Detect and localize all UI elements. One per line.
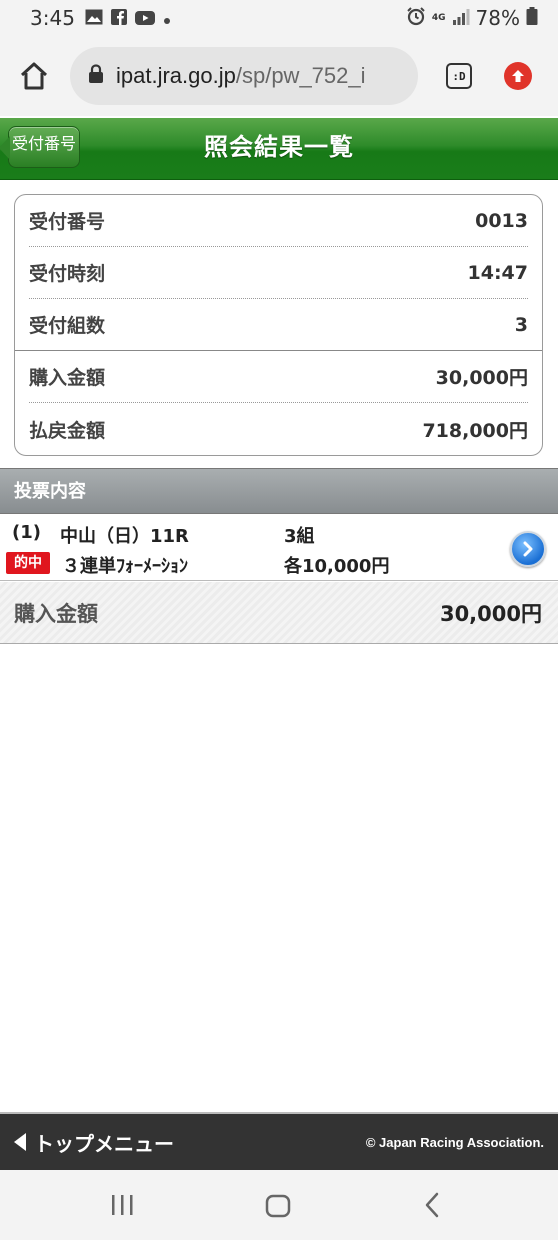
back-triangle-icon (14, 1133, 26, 1151)
summary-card: 受付番号 0013 受付時刻 14:47 受付組数 3 購入金額 30,000円… (14, 194, 543, 456)
battery-percent: 78% (475, 6, 520, 30)
recent-apps-icon[interactable] (110, 1194, 134, 1220)
status-time: 3:45 (30, 6, 75, 30)
summary-label: 購入金額 (29, 367, 106, 389)
hit-badge: 的中 (6, 552, 50, 574)
vote-bet-type: ３連単ﾌｫｰﾒｰｼｮﾝ (62, 556, 188, 577)
summary-label: 払戻金額 (29, 419, 106, 442)
address-bar[interactable]: ipat.jra.go.jp/sp/pw_752_i (70, 47, 418, 105)
status-right: 4G 78% (406, 6, 538, 31)
network-label: 4G (431, 12, 446, 23)
summary-value: 718,000円 (422, 419, 528, 442)
status-bar: 3:45 4G 78% (0, 0, 558, 36)
vote-index: (1) (12, 522, 41, 543)
gallery-icon (85, 6, 103, 30)
summary-row-payout-amount: 払戻金額 718,000円 (29, 403, 528, 455)
total-label: 購入金額 (14, 601, 98, 626)
tab-switcher-button[interactable]: :D (446, 63, 472, 89)
top-menu-label: トップメニュー (34, 1131, 174, 1156)
summary-row-set-count: 受付組数 3 (15, 299, 542, 351)
url-text: ipat.jra.go.jp/sp/pw_752_i (116, 63, 366, 89)
summary-value: 14:47 (467, 261, 528, 284)
chevron-right-icon[interactable] (510, 531, 546, 567)
summary-value: 0013 (475, 209, 528, 232)
back-nav-icon[interactable] (424, 1192, 440, 1222)
home-icon[interactable] (12, 54, 56, 98)
summary-row-purchase-amount: 購入金額 30,000円 (29, 351, 528, 403)
browser-toolbar: ipat.jra.go.jp/sp/pw_752_i :D (0, 36, 558, 116)
url-path: /sp/pw_752_i (235, 63, 366, 88)
youtube-icon (134, 6, 155, 30)
footer-bar: トップメニュー © Japan Racing Association. (0, 1112, 558, 1170)
page-header: 受付番号 照会結果一覧 (0, 118, 558, 180)
lock-icon (88, 64, 104, 88)
dot-icon (163, 6, 171, 30)
home-nav-icon[interactable] (265, 1194, 291, 1222)
facebook-icon (110, 6, 127, 30)
extension-upload-icon[interactable] (504, 62, 532, 90)
copyright-text: © Japan Racing Association. (365, 1134, 544, 1150)
signal-icon (452, 6, 470, 30)
alarm-icon (406, 6, 426, 31)
summary-value: 30,000円 (435, 367, 528, 389)
system-nav-bar (0, 1170, 558, 1240)
total-purchase-row: 購入金額 30,000円 (0, 582, 558, 644)
url-host: ipat.jra.go.jp (116, 63, 236, 88)
page-title: 照会結果一覧 (204, 133, 354, 161)
vote-amount: 各10,000円 (284, 556, 390, 577)
total-value: 30,000円 (439, 601, 542, 626)
summary-value: 3 (514, 313, 528, 336)
summary-label: 受付時刻 (29, 263, 106, 285)
vote-race: 中山（日）11R (60, 526, 189, 547)
vote-section-header: 投票内容 (0, 468, 558, 514)
summary-label: 受付番号 (29, 211, 106, 233)
top-menu-link[interactable]: トップメニュー (14, 1128, 174, 1157)
vote-set-count: 3組 (284, 526, 315, 547)
vote-list-item[interactable]: (1) 中山（日）11R 3組 的中 ３連単ﾌｫｰﾒｰｼｮﾝ 各10,000円 (0, 515, 558, 581)
summary-row-receipt-time: 受付時刻 14:47 (29, 247, 528, 299)
battery-icon (526, 6, 538, 30)
tab-switcher-label: :D (452, 69, 466, 83)
summary-label: 受付組数 (29, 315, 106, 337)
summary-row-receipt-number: 受付番号 0013 (29, 195, 528, 247)
